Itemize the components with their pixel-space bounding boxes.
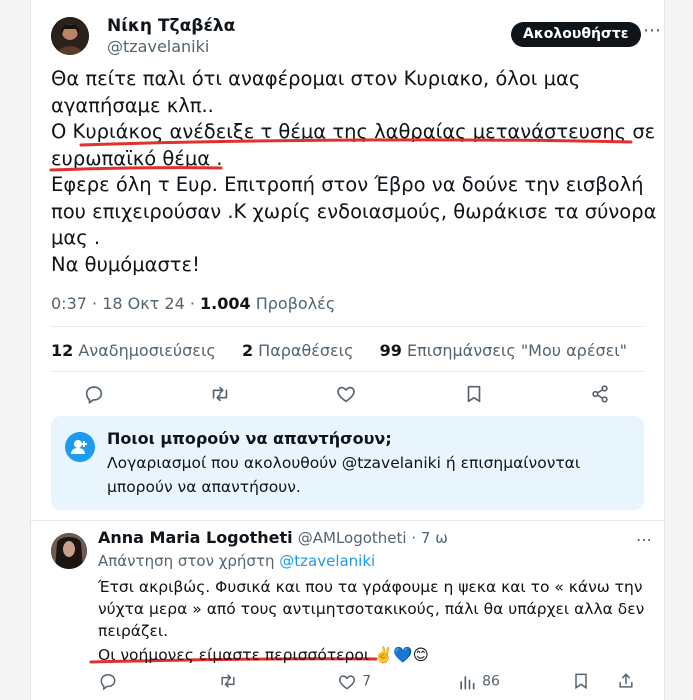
divider xyxy=(51,326,644,327)
reply-emojis: ✌️💙😊 xyxy=(374,646,429,664)
reply-views-icon[interactable]: 86 xyxy=(457,671,500,692)
reply-icon[interactable] xyxy=(83,383,105,409)
restriction-line: Λογαριασμοί που ακολουθούν @tzavelaniki … xyxy=(107,454,581,472)
tweet-time[interactable]: 0:37 xyxy=(51,294,87,313)
reply-share-icon[interactable] xyxy=(616,671,636,695)
bookmark-icon[interactable] xyxy=(463,383,485,409)
reply-avatar[interactable] xyxy=(51,533,87,569)
share-icon[interactable] xyxy=(589,383,611,409)
engagement-stats: 12 Αναδημοσιεύσεις 2 Παραθέσεις 99 Επιση… xyxy=(51,341,627,360)
likes-stat[interactable]: 99 Επισημάνσεις "Μου αρέσει" xyxy=(380,341,627,360)
reply-line: Οι νοήμονες είμαστε περισσότεροι xyxy=(98,646,370,664)
tweet-date[interactable]: 18 Οκτ 24 xyxy=(102,294,185,313)
people-icon xyxy=(65,432,95,462)
replying-to-label: Απάντηση στον χρήστη xyxy=(98,552,275,570)
reposts-stat[interactable]: 12 Αναδημοσιεύσεις xyxy=(51,341,216,360)
quotes-label: Παραθέσεις xyxy=(258,341,354,360)
reply-more-icon[interactable]: ⋯ xyxy=(636,530,652,549)
reply-likes-count: 7 xyxy=(362,673,372,690)
divider xyxy=(51,371,644,372)
restriction-line: μπορούν να απαντήσουν. xyxy=(107,478,301,496)
reply-bookmark-icon[interactable] xyxy=(571,671,591,695)
reply-author-handle[interactable]: @AMLogotheti xyxy=(298,529,407,547)
retweet-icon[interactable] xyxy=(209,383,231,409)
reply-line: πειράζει. xyxy=(98,622,168,640)
tweet-card: Νίκη Τζαβέλα @tzavelaniki Ακολουθήστε ⋯ … xyxy=(30,0,665,700)
divider xyxy=(31,520,664,521)
quotes-count: 2 xyxy=(241,341,254,360)
reposts-count: 12 xyxy=(51,341,74,360)
likes-label: Επισημάνσεις "Μου αρέσει" xyxy=(407,341,628,360)
reply-restriction-box: Ποιοι μπορούν να απαντήσουν; Λογαριασμοί… xyxy=(51,416,644,510)
reply-author-name[interactable]: Anna Maria Logotheti xyxy=(98,528,293,547)
tweet-meta: 0:37 · 18 Οκτ 24 · 1.004 Προβολές xyxy=(51,294,336,313)
replying-to: Απάντηση στον χρήστη @tzavelaniki xyxy=(98,552,375,570)
reposts-label: Αναδημοσιεύσεις xyxy=(78,341,216,360)
reply-like-icon[interactable]: 7 xyxy=(337,671,371,692)
replying-to-link[interactable]: @tzavelaniki xyxy=(279,552,375,570)
reply-reply-icon[interactable] xyxy=(98,671,118,695)
restriction-title: Ποιοι μπορούν να απαντήσουν; xyxy=(107,429,392,448)
views-count: 1.004 xyxy=(200,294,251,313)
views-label: Προβολές xyxy=(255,294,336,313)
reply-age[interactable]: 7 ω xyxy=(421,529,448,547)
reply-retweet-icon[interactable] xyxy=(218,671,238,695)
like-icon[interactable] xyxy=(335,383,357,409)
reply-views-count: 86 xyxy=(482,673,500,690)
reply-line: Έτσι ακριβώς. Φυσικά και που τα γράφουμε… xyxy=(98,578,643,596)
reply-text: Έτσι ακριβώς. Φυσικά και που τα γράφουμε… xyxy=(98,576,658,666)
reply-header: Anna Maria Logotheti @AMLogotheti · 7 ω xyxy=(98,528,448,547)
quotes-stat[interactable]: 2 Παραθέσεις xyxy=(242,341,354,360)
likes-count: 99 xyxy=(379,341,402,360)
reply-line: νύχτα μερα » από τους αντιμητσοτακικούς,… xyxy=(98,600,645,618)
